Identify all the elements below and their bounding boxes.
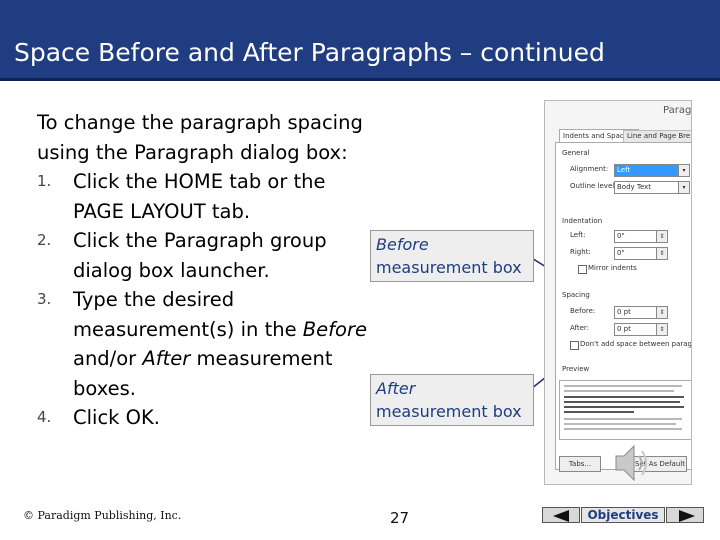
indent-right-field: 0" <box>614 247 658 260</box>
preview-line <box>564 411 634 413</box>
after-callout: After measurement box <box>370 374 534 426</box>
spinner-icon: ⇕ <box>656 323 668 336</box>
general-section-label: General <box>562 149 590 157</box>
preview-line <box>564 401 680 403</box>
mirror-indents-label: Mirror indents <box>588 264 637 272</box>
indent-right-label: Right: <box>570 248 591 256</box>
objectives-button[interactable]: Objectives <box>581 507 665 523</box>
tabs-button: Tabs... <box>559 456 601 472</box>
indent-left-label: Left: <box>570 231 586 239</box>
spinner-icon: ⇕ <box>656 230 668 243</box>
outline-level-select: Body Text <box>614 181 680 194</box>
spinner-icon: ⇕ <box>656 306 668 319</box>
preview-line <box>564 428 682 430</box>
mirror-indents-checkbox <box>578 265 587 274</box>
preview-line <box>564 418 682 420</box>
preview-section-label: Preview <box>562 365 590 373</box>
chevron-down-icon: ▾ <box>678 164 690 177</box>
indent-left-field: 0" <box>614 230 658 243</box>
previous-slide-button[interactable] <box>542 507 580 523</box>
preview-line <box>564 423 676 425</box>
after-callout-title: After <box>376 379 416 398</box>
page-number: 27 <box>390 509 410 527</box>
preview-line <box>564 396 684 398</box>
prev-arrow-icon <box>553 510 569 522</box>
preview-line <box>564 406 684 408</box>
before-callout-text: measurement box <box>376 258 522 277</box>
spacing-section-label: Spacing <box>562 291 590 299</box>
spacing-before-label: Before: <box>570 307 596 315</box>
spinner-icon: ⇕ <box>656 247 668 260</box>
spacing-after-label: After: <box>570 324 590 332</box>
chevron-down-icon: ▾ <box>678 181 690 194</box>
spacing-after-field: 0 pt <box>614 323 658 336</box>
footer-copyright: © Paradigm Publishing, Inc. <box>23 509 182 522</box>
paragraph-dialog-screenshot: Parag Indents and Spacing Line and Page … <box>544 100 692 485</box>
after-callout-text: measurement box <box>376 402 522 421</box>
next-arrow-icon <box>679 510 695 522</box>
alignment-label: Alignment: <box>570 165 609 173</box>
dont-add-space-checkbox <box>570 341 579 350</box>
outline-level-label: Outline level: <box>570 182 617 190</box>
preview-line <box>564 385 682 387</box>
dialog-title: Parag <box>663 105 692 116</box>
preview-box <box>559 380 691 440</box>
preview-line <box>564 390 674 392</box>
speaker-icon[interactable] <box>612 440 652 486</box>
indentation-section-label: Indentation <box>562 217 603 225</box>
spacing-before-field: 0 pt <box>614 306 658 319</box>
next-slide-button[interactable] <box>666 507 704 523</box>
before-callout-title: Before <box>376 235 429 254</box>
before-callout: Before measurement box <box>370 230 534 282</box>
alignment-select: Left <box>614 164 680 177</box>
dont-add-space-label: Don't add space between paragrapl <box>580 340 692 348</box>
